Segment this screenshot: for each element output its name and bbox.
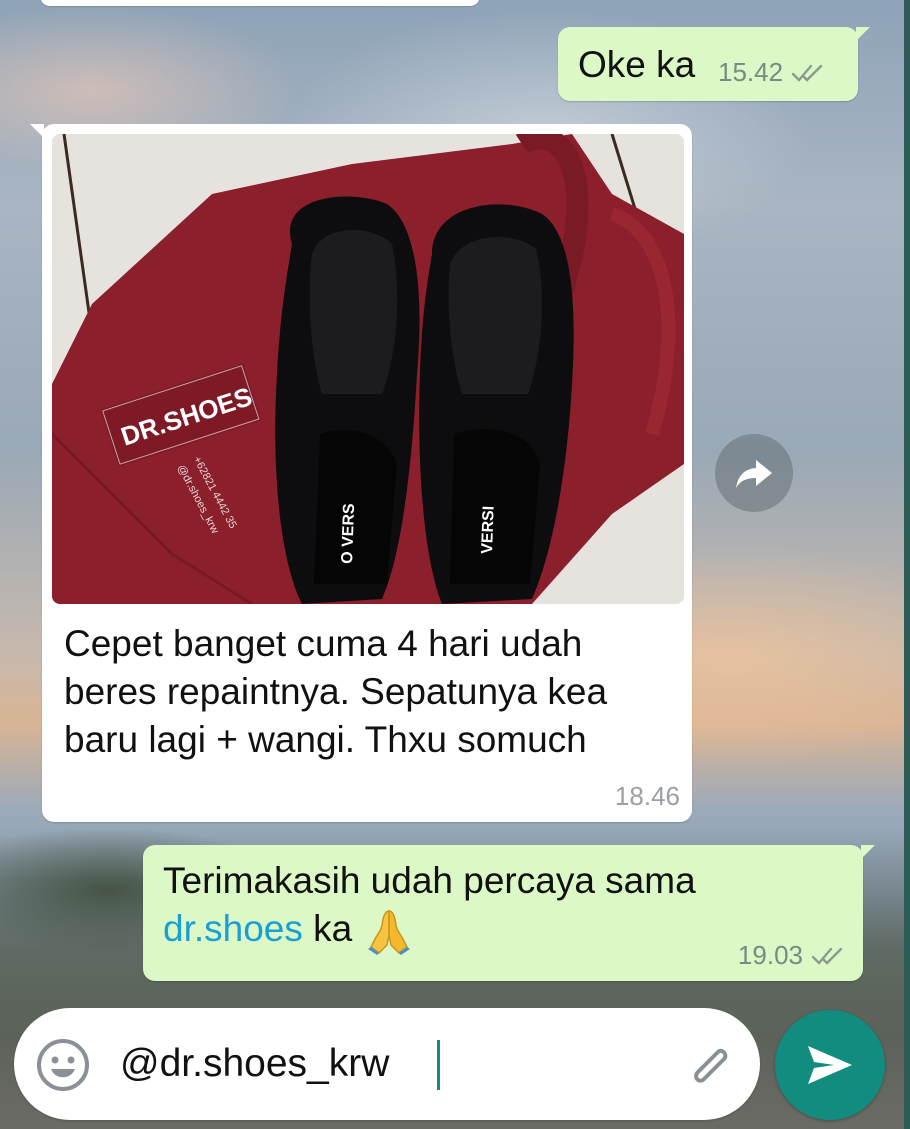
message-input[interactable] [120,1042,640,1086]
message-bubble-outgoing[interactable]: Terimakasih udah percaya sama dr.shoes k… [143,845,875,981]
previous-message-bubble[interactable] [40,0,480,6]
message-text-part: Terimakasih udah percaya sama [163,860,696,901]
message-text: Terimakasih udah percaya sama dr.shoes k… [163,857,803,956]
message-meta: 15.42 [718,57,825,88]
bubble-tail [30,124,44,138]
message-composer [14,1008,760,1120]
forward-icon [736,460,772,488]
double-check-icon [791,64,823,82]
message-text: Oke ka [578,44,696,85]
folded-hands-icon [367,910,410,956]
message-bubble-incoming-image[interactable]: DR.SHOES +62821 4442 35 @dr.shoes_krw O … [30,124,692,822]
double-check-icon [811,947,843,965]
bubble-tail [861,845,875,859]
paperclip-icon[interactable] [682,1038,738,1094]
message-time: 19.03 [737,940,803,970]
forward-button[interactable] [715,434,793,512]
text-caret [437,1040,440,1090]
send-arrow-icon [808,1046,852,1084]
message-bubble-outgoing[interactable]: Oke ka 15.42 [558,27,870,101]
message-meta: 19.03 [738,940,845,971]
image-caption: Cepet banget cuma 4 hari udah beres repa… [64,623,608,760]
message-time: 18.46 [614,781,680,811]
shoe-left-label: O VERS [339,503,358,564]
smiley-icon[interactable] [36,1038,90,1092]
message-text-part: ka [313,908,353,949]
screen-edge [904,0,910,1129]
send-button[interactable] [775,1010,885,1120]
bubble-tail [856,27,870,41]
message-time: 15.42 [718,57,784,87]
mention-link[interactable]: dr.shoes [163,908,303,949]
shoe-right-label: VERSI [479,506,498,555]
shoe-photo[interactable]: DR.SHOES +62821 4442 35 @dr.shoes_krw O … [52,134,684,604]
message-meta: 18.46 [615,781,680,812]
